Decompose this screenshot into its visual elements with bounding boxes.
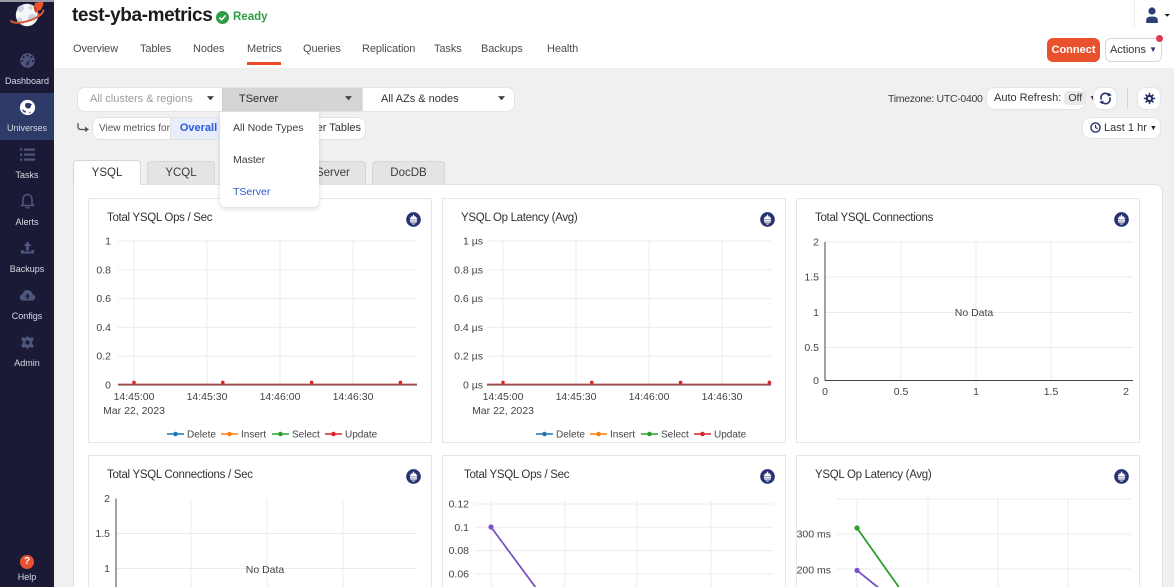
- svg-text:14:45:30: 14:45:30: [187, 391, 228, 403]
- svg-text:0.06: 0.06: [449, 568, 470, 580]
- svg-text:Insert: Insert: [610, 430, 635, 441]
- svg-text:Update: Update: [345, 430, 378, 441]
- svg-text:0.08: 0.08: [449, 545, 470, 557]
- svg-text:0.8 µs: 0.8 µs: [454, 264, 483, 276]
- svg-text:14:45:30: 14:45:30: [556, 391, 597, 403]
- svg-text:1.5: 1.5: [1044, 386, 1059, 398]
- svg-text:14:46:00: 14:46:00: [260, 391, 301, 403]
- svg-text:Mar 22, 2023: Mar 22, 2023: [103, 405, 165, 417]
- svg-text:0.4 µs: 0.4 µs: [454, 322, 483, 334]
- svg-text:300 ms: 300 ms: [797, 529, 831, 541]
- svg-text:2: 2: [813, 237, 819, 249]
- svg-text:1: 1: [973, 386, 979, 398]
- svg-text:1: 1: [104, 563, 110, 575]
- svg-text:0.1: 0.1: [454, 522, 469, 534]
- svg-text:14:46:30: 14:46:30: [702, 391, 743, 403]
- svg-text:2: 2: [1123, 386, 1129, 398]
- svg-text:0.5: 0.5: [804, 342, 819, 354]
- svg-text:2: 2: [104, 493, 110, 505]
- svg-text:Delete: Delete: [187, 430, 216, 441]
- svg-text:0.2: 0.2: [96, 351, 111, 363]
- svg-text:0.4: 0.4: [96, 322, 111, 334]
- svg-text:Select: Select: [292, 430, 320, 441]
- svg-text:1.5: 1.5: [804, 272, 819, 284]
- svg-text:0.12: 0.12: [449, 499, 470, 511]
- svg-text:1: 1: [105, 236, 111, 248]
- svg-text:Delete: Delete: [556, 430, 585, 441]
- svg-text:14:45:00: 14:45:00: [114, 391, 155, 403]
- svg-text:No Data: No Data: [955, 307, 994, 319]
- svg-text:200 ms: 200 ms: [797, 565, 831, 577]
- svg-text:0 µs: 0 µs: [463, 380, 483, 392]
- svg-text:0: 0: [105, 380, 111, 392]
- svg-text:Mar 22, 2023: Mar 22, 2023: [472, 405, 534, 417]
- svg-text:0.8: 0.8: [96, 264, 111, 276]
- svg-text:0.6 µs: 0.6 µs: [454, 293, 483, 305]
- svg-text:14:46:30: 14:46:30: [333, 391, 374, 403]
- svg-text:No Data: No Data: [246, 564, 285, 576]
- svg-text:0.2 µs: 0.2 µs: [454, 351, 483, 363]
- svg-text:0: 0: [822, 386, 828, 398]
- svg-text:14:46:00: 14:46:00: [629, 391, 670, 403]
- svg-text:0: 0: [813, 375, 819, 387]
- svg-text:14:45:00: 14:45:00: [483, 391, 524, 403]
- svg-text:1: 1: [813, 307, 819, 319]
- svg-text:0.6: 0.6: [96, 293, 111, 305]
- svg-text:Insert: Insert: [241, 430, 266, 441]
- svg-text:Update: Update: [714, 430, 747, 441]
- svg-text:0.5: 0.5: [894, 386, 909, 398]
- svg-text:1 µs: 1 µs: [463, 236, 483, 248]
- svg-text:Select: Select: [661, 430, 689, 441]
- svg-text:1.5: 1.5: [95, 528, 110, 540]
